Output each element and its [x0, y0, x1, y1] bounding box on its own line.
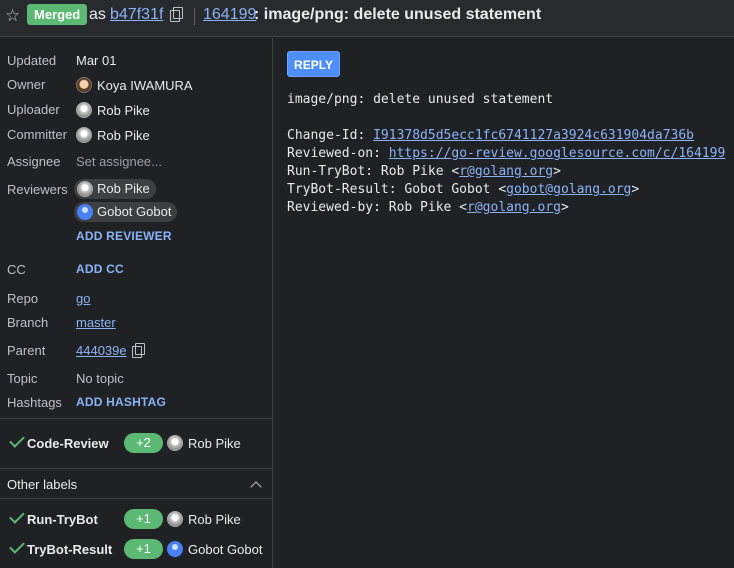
avatar	[76, 77, 92, 93]
committer-value[interactable]: Rob Pike	[76, 127, 150, 143]
run-trybot-label: Run-TryBot	[27, 512, 98, 527]
trybot-result-line: TryBot-Result: Gobot Gobot <gobot@golang…	[287, 182, 639, 197]
trybot-result-label: TryBot-Result	[27, 542, 113, 557]
close-angle: >	[560, 200, 569, 215]
email-link[interactable]: gobot@golang.org	[506, 182, 631, 197]
as-text: as	[89, 6, 106, 23]
topic-value[interactable]: No topic	[76, 371, 124, 386]
reviewed-on-line: Reviewed-on: https://go-review.googlesou…	[287, 146, 725, 161]
section-divider	[0, 498, 273, 499]
owner-name: Koya IWAMURA	[97, 78, 193, 93]
vote-chip[interactable]: +2	[124, 433, 163, 453]
commit-subject: image/png: delete unused statement	[287, 92, 554, 107]
updated-value: Mar 01	[76, 53, 117, 68]
topic-label: Topic	[7, 371, 38, 386]
branch-link[interactable]: master	[76, 315, 116, 330]
copy-icon[interactable]	[170, 7, 183, 22]
other-labels-title[interactable]: Other labels	[7, 477, 77, 492]
committer-label: Committer	[7, 127, 67, 142]
vote-chip[interactable]: +1	[124, 539, 163, 559]
vote-user[interactable]: Rob Pike	[167, 435, 241, 451]
updated-label: Updated	[7, 53, 57, 68]
change-id-label: Change-Id:	[287, 128, 374, 143]
hashtags-label: Hashtags	[7, 395, 62, 410]
change-number-link[interactable]: 164199	[203, 6, 256, 24]
status-badge: Merged	[27, 4, 88, 25]
uploader-label: Uploader	[7, 102, 60, 117]
email-link[interactable]: r@golang.org	[459, 164, 553, 179]
code-review-label: Code-Review	[27, 436, 109, 451]
parent-label: Parent	[7, 343, 46, 358]
reviewed-on-link[interactable]: https://go-review.googlesource.com/c/164…	[389, 146, 726, 161]
uploader-value[interactable]: Rob Pike	[76, 102, 150, 118]
vote-user-name: Rob Pike	[188, 436, 241, 451]
copy-icon[interactable]	[132, 343, 145, 358]
avatar	[77, 204, 93, 220]
add-reviewer-button[interactable]: ADD REVIEWER	[76, 229, 172, 243]
change-header: ☆ Merged as b47f31f 164199 : image/png: …	[0, 0, 734, 37]
reviewed-by-text: Reviewed-by: Rob Pike <	[287, 200, 468, 215]
avatar	[76, 102, 92, 118]
parent-link[interactable]: 444039e	[76, 343, 127, 358]
change-id-link[interactable]: I91378d5d5ecc1fc6741127a3924c631904da736…	[373, 128, 694, 143]
repo-link[interactable]: go	[76, 291, 90, 306]
vote-user-name: Gobot Gobot	[188, 542, 263, 557]
run-trybot-text: Run-TryBot: Rob Pike <	[287, 164, 460, 179]
section-divider	[0, 418, 273, 419]
reviewers-label: Reviewers	[7, 182, 68, 197]
checkmark-icon	[9, 432, 25, 448]
email-link[interactable]: r@golang.org	[467, 200, 561, 215]
chevron-up-icon[interactable]	[250, 481, 262, 493]
reviewer-chip[interactable]: Gobot Gobot	[74, 202, 178, 222]
vote-user[interactable]: Rob Pike	[167, 511, 241, 527]
change-id-line: Change-Id: I91378d5d5ecc1fc6741127a3924c…	[287, 128, 694, 143]
vote-user-name: Rob Pike	[188, 512, 241, 527]
checkmark-icon	[9, 538, 25, 554]
repo-label: Repo	[7, 291, 39, 306]
change-title: : image/png: delete unused statement	[254, 6, 542, 23]
avatar	[167, 511, 183, 527]
avatar	[167, 435, 183, 451]
assignee-label: Assignee	[7, 154, 61, 169]
reviewed-on-label: Reviewed-on:	[287, 146, 389, 161]
owner-label: Owner	[7, 77, 46, 92]
avatar	[76, 127, 92, 143]
avatar	[167, 541, 183, 557]
reviewed-by-line: Reviewed-by: Rob Pike <r@golang.org>	[287, 200, 569, 215]
metadata-sidebar: Updated Mar 01 Owner Koya IWAMURA Upload…	[0, 38, 273, 568]
vote-chip[interactable]: +1	[124, 509, 163, 529]
add-hashtag-button[interactable]: ADD HASHTAG	[76, 395, 166, 409]
branch-label: Branch	[7, 315, 49, 330]
uploader-name: Rob Pike	[97, 103, 150, 118]
reviewer-chip[interactable]: Rob Pike	[74, 179, 156, 199]
assignee-input[interactable]: Set assignee...	[76, 154, 162, 169]
committer-name: Rob Pike	[97, 128, 150, 143]
star-icon[interactable]: ☆	[5, 7, 22, 24]
trybot-result-text: TryBot-Result: Gobot Gobot <	[287, 182, 507, 197]
checkmark-icon	[9, 508, 25, 524]
cc-label: CC	[7, 262, 26, 277]
reviewer-name: Gobot Gobot	[97, 204, 172, 219]
commit-link[interactable]: b47f31f	[110, 6, 163, 24]
run-trybot-line: Run-TryBot: Rob Pike <r@golang.org>	[287, 164, 561, 179]
owner-value[interactable]: Koya IWAMURA	[76, 77, 193, 93]
close-angle: >	[631, 182, 640, 197]
vote-user[interactable]: Gobot Gobot	[167, 541, 262, 557]
reply-button[interactable]: REPLY	[287, 51, 340, 77]
reviewer-name: Rob Pike	[97, 181, 150, 196]
section-divider	[0, 468, 273, 469]
avatar	[77, 181, 93, 197]
close-angle: >	[553, 164, 561, 179]
add-cc-button[interactable]: ADD CC	[76, 262, 124, 276]
header-divider	[194, 8, 195, 25]
